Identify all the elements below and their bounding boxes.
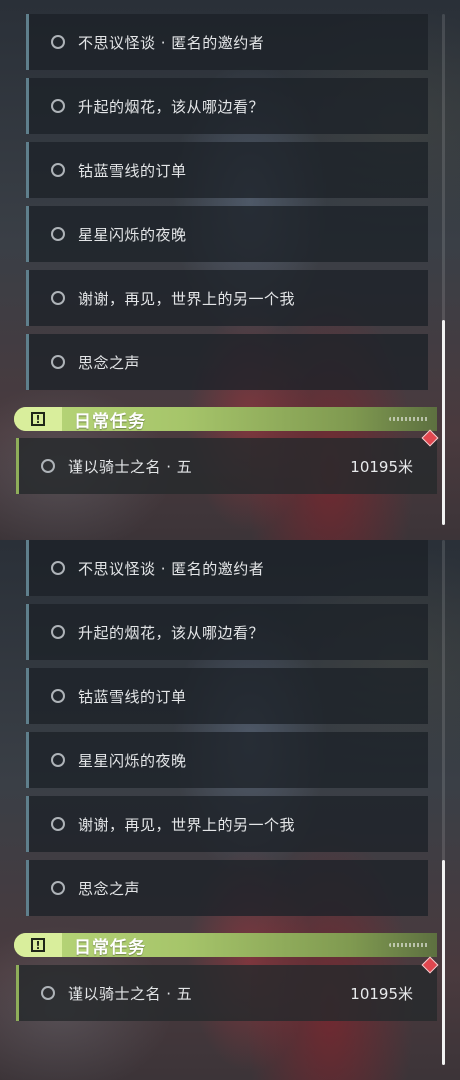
quest-label: 钴蓝雪线的订单: [78, 687, 187, 706]
alert-icon: !: [14, 933, 62, 957]
quest-label: 钴蓝雪线的订单: [78, 161, 187, 180]
header-decoration: [389, 417, 429, 421]
quest-item[interactable]: 升起的烟花，该从哪边看？: [26, 78, 428, 134]
circle-icon: [51, 227, 65, 241]
daily-quest-item[interactable]: 谨以骑士之名 · 五 10195米: [16, 956, 439, 1021]
quest-label: 谨以骑士之名 · 五: [68, 984, 193, 1003]
circle-icon: [51, 689, 65, 703]
quest-panel-top: 不思议怪谈 · 匿名的邀约者 升起的烟花，该从哪边看？ 钴蓝雪线的订单 星星闪烁…: [0, 0, 460, 540]
quest-label: 星星闪烁的夜晚: [78, 225, 187, 244]
circle-icon: [51, 99, 65, 113]
circle-icon: [51, 625, 65, 639]
quest-item[interactable]: 星星闪烁的夜晚: [26, 206, 428, 262]
scrollbar-thumb[interactable]: [442, 860, 445, 1065]
quest-label: 升起的烟花，该从哪边看？: [78, 97, 265, 116]
quest-label: 星星闪烁的夜晚: [78, 751, 187, 770]
quest-label: 谨以骑士之名 · 五: [68, 457, 193, 476]
distance-value: 10195米: [350, 984, 413, 1003]
quest-item[interactable]: 升起的烟花，该从哪边看？: [26, 604, 428, 660]
quest-item[interactable]: 不思议怪谈 · 匿名的邀约者: [26, 14, 428, 70]
header-decoration: [389, 943, 429, 947]
quest-label: 不思议怪谈 · 匿名的邀约者: [78, 559, 265, 578]
quest-label: 谢谢，再见，世界上的另一个我: [78, 289, 296, 308]
alert-icon: !: [14, 407, 62, 431]
circle-icon: [51, 355, 65, 369]
circle-icon: [51, 163, 65, 177]
quest-label: 升起的烟花，该从哪边看？: [78, 623, 265, 642]
quest-item[interactable]: 思念之声: [26, 334, 428, 390]
circle-icon: [51, 753, 65, 767]
section-title: 日常任务: [74, 937, 146, 958]
quest-label: 思念之声: [78, 353, 141, 372]
quest-item[interactable]: 谢谢，再见，世界上的另一个我: [26, 270, 428, 326]
quest-item[interactable]: 钴蓝雪线的订单: [26, 142, 428, 198]
daily-quest-header[interactable]: ! 日常任务: [14, 933, 437, 958]
daily-quest-item[interactable]: 谨以骑士之名 · 五 10195米: [16, 429, 439, 494]
exclamation-icon: !: [31, 412, 45, 426]
circle-icon: [41, 986, 55, 1000]
exclamation-icon: !: [31, 938, 45, 952]
quest-item[interactable]: 思念之声: [26, 860, 428, 916]
quest-item[interactable]: 星星闪烁的夜晚: [26, 732, 428, 788]
quest-label: 不思议怪谈 · 匿名的邀约者: [78, 33, 265, 52]
circle-icon: [51, 881, 65, 895]
distance-value: 10195米: [350, 457, 413, 476]
quest-item[interactable]: 谢谢，再见，世界上的另一个我: [26, 796, 428, 852]
circle-icon: [51, 35, 65, 49]
quest-label: 谢谢，再见，世界上的另一个我: [78, 815, 296, 834]
daily-quest-header[interactable]: ! 日常任务: [14, 407, 437, 432]
scrollbar-thumb[interactable]: [442, 320, 445, 525]
circle-icon: [51, 817, 65, 831]
section-title: 日常任务: [74, 411, 146, 432]
circle-icon: [51, 561, 65, 575]
circle-icon: [41, 459, 55, 473]
circle-icon: [51, 291, 65, 305]
quest-label: 思念之声: [78, 879, 141, 898]
quest-panel-bottom: 不思议怪谈 · 匿名的邀约者 升起的烟花，该从哪边看？ 钴蓝雪线的订单 星星闪烁…: [0, 540, 460, 1080]
quest-item[interactable]: 钴蓝雪线的订单: [26, 668, 428, 724]
quest-item[interactable]: 不思议怪谈 · 匿名的邀约者: [26, 540, 428, 596]
